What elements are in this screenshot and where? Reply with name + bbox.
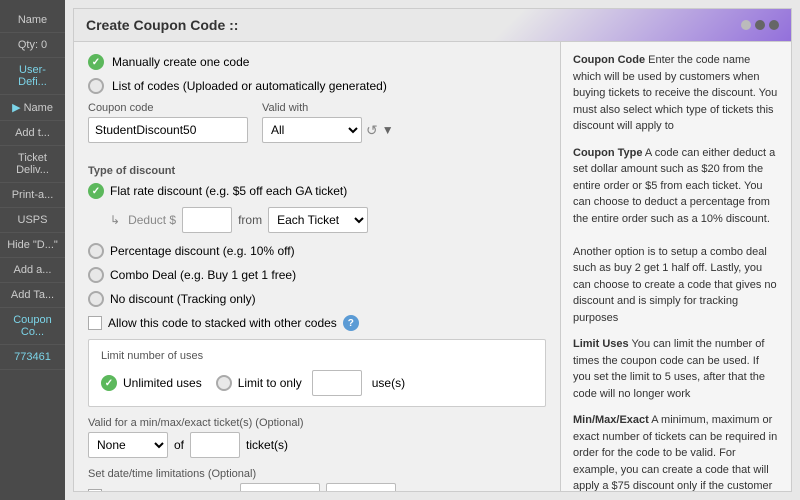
dot-2: [755, 20, 765, 30]
coupon-input-row: Coupon code Valid with All ↺ ▼: [88, 102, 546, 153]
minmax-field: Valid for a min/max/exact ticket(s) (Opt…: [88, 417, 546, 458]
unlimited-label: Unlimited uses: [123, 376, 202, 390]
limit-uses-section: Limit number of uses Unlimited uses Limi…: [88, 339, 546, 407]
help-area: Coupon Code Enter the code name which wi…: [561, 42, 791, 491]
radio-combo[interactable]: Combo Deal (e.g. Buy 1 get 1 free): [88, 267, 546, 283]
coupon-code-field: Coupon code: [88, 102, 248, 143]
limit-row: Unlimited uses Limit to only use(s): [101, 370, 533, 396]
stacked-checkbox-row[interactable]: Allow this code to stacked with other co…: [88, 315, 546, 331]
from-label: from: [238, 213, 262, 227]
arrow-icon: ▶: [12, 102, 20, 114]
dot-3: [769, 20, 779, 30]
sidebar-item-name[interactable]: Name: [0, 8, 65, 33]
sidebar-item-ticket-delivery[interactable]: Ticket Deliv...: [0, 146, 65, 183]
valid-row: None of ticket(s): [88, 432, 546, 458]
sidebar-item-hide[interactable]: Hide "D...": [0, 233, 65, 258]
dropdown-arrow-icon[interactable]: ▼: [382, 123, 394, 137]
radio-no-discount[interactable]: No discount (Tracking only): [88, 291, 546, 307]
deduct-row: ↳ Deduct $ from Each Ticket: [110, 207, 546, 233]
radio-percentage-circle[interactable]: [88, 243, 104, 259]
limit-to-label: Limit to only: [238, 376, 302, 390]
stacked-label: Allow this code to stacked with other co…: [108, 316, 337, 330]
radio-percentage-label: Percentage discount (e.g. 10% off): [110, 244, 295, 258]
sidebar-item-add2[interactable]: Add a...: [0, 258, 65, 283]
ticket-count-input[interactable]: [190, 432, 240, 458]
date-limit-label: Set date/time limitations (Optional): [88, 468, 546, 480]
modal-title: Create Coupon Code ::: [86, 17, 238, 33]
form-area: Manually create one code List of codes (…: [74, 42, 561, 491]
each-ticket-select[interactable]: Each Ticket: [268, 207, 368, 233]
sidebar-item-id[interactable]: 773461: [0, 345, 65, 370]
help-limit-uses-title: Limit Uses: [573, 338, 629, 350]
radio-list-circle[interactable]: [88, 78, 104, 94]
radio-percentage[interactable]: Percentage discount (e.g. 10% off): [88, 243, 546, 259]
valid-with-select[interactable]: All: [262, 117, 362, 143]
radio-unlimited[interactable]: Unlimited uses: [101, 375, 202, 391]
help-coupon-code-title: Coupon Code: [573, 54, 645, 66]
radio-combo-circle[interactable]: [88, 267, 104, 283]
help-minmax: Min/Max/Exact A minimum, maximum or exac…: [573, 412, 779, 491]
date-limit-field: Set date/time limitations (Optional) Onl…: [88, 468, 546, 491]
sidebar-item-add-ta[interactable]: Add Ta...: [0, 283, 65, 308]
help-coupon-type-text2: Another option is to setup a combo deal …: [573, 244, 779, 327]
radio-limit-to[interactable]: Limit to only use(s): [216, 370, 405, 396]
sidebar-item-print[interactable]: Print-a...: [0, 183, 65, 208]
valid-with-label: Valid with: [262, 102, 394, 114]
deduct-arrow-icon: ↳: [110, 213, 120, 227]
minmax-select[interactable]: None: [88, 432, 168, 458]
radio-no-discount-circle[interactable]: [88, 291, 104, 307]
of-label: of: [174, 438, 184, 452]
discount-type-label: Type of discount: [88, 165, 546, 177]
radio-combo-label: Combo Deal (e.g. Buy 1 get 1 free): [110, 268, 296, 282]
coupon-code-input[interactable]: [88, 117, 248, 143]
radio-limit-to-circle[interactable]: [216, 375, 232, 391]
coupon-code-label: Coupon code: [88, 102, 248, 114]
info-icon[interactable]: ?: [343, 315, 359, 331]
modal-body: Manually create one code List of codes (…: [74, 42, 791, 491]
valid-with-field: Valid with All ↺ ▼: [262, 102, 394, 143]
main-content: Create Coupon Code :: Manually create on…: [65, 0, 800, 500]
help-coupon-type-title: Coupon Type: [573, 147, 642, 159]
time-select[interactable]: Time: [326, 483, 396, 491]
tickets-label: ticket(s): [246, 438, 288, 452]
sidebar-item-user-def[interactable]: User-Defi...: [0, 58, 65, 95]
uses-label: use(s): [372, 376, 405, 390]
help-limit-uses: Limit Uses You can limit the number of t…: [573, 336, 779, 402]
refresh-icon[interactable]: ↺: [366, 122, 378, 139]
help-coupon-code: Coupon Code Enter the code name which wi…: [573, 52, 779, 135]
minmax-label: Valid for a min/max/exact ticket(s) (Opt…: [88, 417, 546, 429]
date-limit-checkbox[interactable]: [88, 489, 102, 491]
sidebar-item-coupon[interactable]: Coupon Co...: [0, 308, 65, 345]
radio-unlimited-circle[interactable]: [101, 375, 117, 391]
sidebar-item-add[interactable]: Add t...: [0, 121, 65, 146]
deduct-amount-input[interactable]: [182, 207, 232, 233]
sidebar-item-name2[interactable]: ▶ Name: [0, 95, 65, 121]
radio-flat-rate[interactable]: Flat rate discount (e.g. $5 off each GA …: [88, 183, 546, 199]
limit-section-title: Limit number of uses: [101, 350, 533, 362]
deduct-label: Deduct $: [128, 213, 176, 227]
radio-no-discount-label: No discount (Tracking only): [110, 292, 256, 306]
date-select[interactable]: Date: [240, 483, 320, 491]
radio-manually-circle[interactable]: [88, 54, 104, 70]
sidebar-item-qty[interactable]: Qty: 0: [0, 33, 65, 58]
help-coupon-type: Coupon Type A code can either deduct a s…: [573, 145, 779, 327]
radio-list[interactable]: List of codes (Uploaded or automatically…: [88, 78, 546, 94]
sidebar: Name Qty: 0 User-Defi... ▶ Name Add t...…: [0, 0, 65, 500]
limit-value-input[interactable]: [312, 370, 362, 396]
stacked-checkbox[interactable]: [88, 316, 102, 330]
radio-list-label: List of codes (Uploaded or automatically…: [112, 79, 387, 93]
modal-header: Create Coupon Code ::: [74, 9, 791, 42]
radio-flat-rate-circle[interactable]: [88, 183, 104, 199]
help-minmax-title: Min/Max/Exact: [573, 414, 649, 426]
radio-flat-rate-label: Flat rate discount (e.g. $5 off each GA …: [110, 184, 347, 198]
only-valid-label: Only valid starting after:: [108, 489, 234, 491]
modal-panel: Create Coupon Code :: Manually create on…: [73, 8, 792, 492]
only-valid-row: Only valid starting after: Date Time: [88, 483, 546, 491]
modal-dots: [741, 20, 779, 30]
dot-1: [741, 20, 751, 30]
sidebar-item-usps[interactable]: USPS: [0, 208, 65, 233]
radio-manually[interactable]: Manually create one code: [88, 54, 546, 70]
radio-manually-label: Manually create one code: [112, 55, 249, 69]
